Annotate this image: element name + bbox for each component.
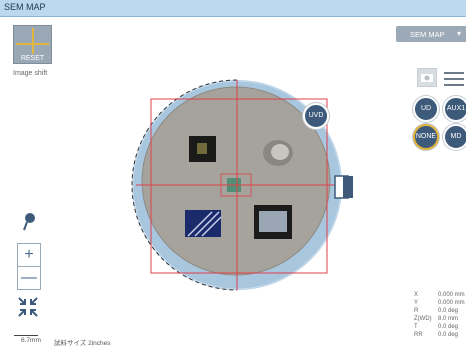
scale-bar-label: 6.7mm bbox=[21, 337, 41, 344]
chevron-down-icon: ▾ bbox=[457, 29, 462, 38]
none-detector-button[interactable]: NONE bbox=[413, 124, 439, 150]
uvd-detector-button[interactable]: UVD bbox=[303, 103, 329, 129]
reset-button[interactable]: RESET bbox=[13, 25, 52, 64]
shrink-arrows-icon[interactable] bbox=[17, 296, 39, 318]
stage-coordinates: X 0.000 mm Y 0.000 mm R 0.0 deg Z(WD) 8.0 mm… bbox=[414, 292, 466, 340]
stage-map[interactable] bbox=[0, 0, 466, 353]
zoom-in-button[interactable]: + bbox=[18, 244, 40, 266]
zoom-out-button[interactable]: — bbox=[18, 267, 40, 289]
coord-row: X 0.000 mm bbox=[414, 292, 465, 298]
aux1-detector-button[interactable]: AUX1 bbox=[443, 96, 466, 122]
map-mode-dropdown[interactable]: SEM MAP ▾ bbox=[396, 26, 466, 42]
sample-size-label: 試料サイズ 2inches bbox=[54, 340, 111, 347]
coord-row: Z(WD) 8.0 mm bbox=[414, 316, 459, 322]
coord-row: Y 0.000 mm bbox=[414, 300, 465, 306]
hamburger-menu-icon[interactable] bbox=[444, 72, 464, 90]
coord-row: T 0.0 deg bbox=[414, 324, 459, 330]
reset-label: RESET bbox=[20, 55, 45, 62]
coord-row: RR 0.0 deg bbox=[414, 332, 459, 338]
image-shift-label: Image shift bbox=[13, 70, 48, 77]
zoom-control: + — bbox=[17, 243, 41, 290]
md-detector-button[interactable]: MD bbox=[443, 124, 466, 150]
coord-row: R 0.0 deg bbox=[414, 308, 459, 314]
camera-icon[interactable] bbox=[417, 68, 437, 87]
map-mode-value: SEM MAP bbox=[410, 30, 445, 39]
map-pin-icon[interactable] bbox=[23, 212, 37, 232]
ud-detector-button[interactable]: UD bbox=[413, 96, 439, 122]
